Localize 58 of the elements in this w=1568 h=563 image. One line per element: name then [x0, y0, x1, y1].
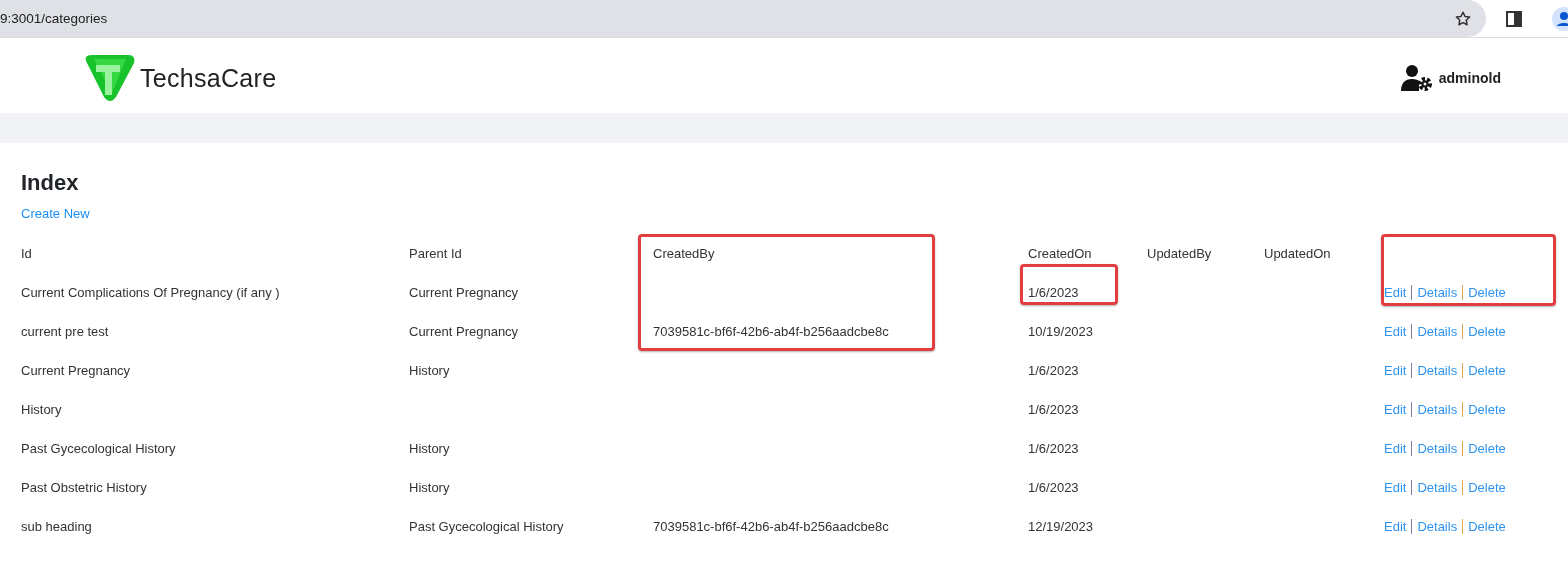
column-header: Id	[21, 246, 33, 261]
table-cell-text: Current Complications Of Pregnancy (if any )	[21, 285, 281, 300]
column-header: Parent Id	[409, 246, 463, 261]
action-link[interactable]: Delete	[1468, 519, 1506, 534]
user-settings-icon	[1400, 64, 1433, 92]
table-cell-text: 1/6/2023	[1028, 285, 1080, 300]
table-cell-text: 1/6/2023	[1028, 363, 1080, 378]
brand-name[interactable]: TechsaCare	[140, 63, 277, 93]
action-link[interactable]: Edit	[1384, 519, 1407, 534]
action-link[interactable]: Delete	[1468, 480, 1506, 495]
action-link[interactable]: Details	[1417, 441, 1458, 456]
table-cell-text: 1/6/2023	[1028, 480, 1080, 495]
address-bar[interactable]: 9:3001/categories	[0, 0, 1486, 37]
action-link[interactable]: Details	[1417, 324, 1458, 339]
column-header: UpdatedBy	[1147, 246, 1213, 261]
column-header: UpdatedOn	[1264, 246, 1332, 261]
table-cell-text: Past Gycecological History	[21, 441, 177, 456]
action-link[interactable]: Details	[1417, 402, 1458, 417]
table-cell-text: 1/6/2023	[1028, 441, 1080, 456]
table-cell-text: 12/19/2023	[1028, 519, 1095, 534]
table-cell-text: History	[409, 480, 451, 495]
username[interactable]: adminold	[1438, 70, 1501, 86]
table-cell-text: 10/19/2023	[1028, 324, 1095, 339]
action-link[interactable]: Delete	[1468, 402, 1506, 417]
action-link[interactable]: Details	[1417, 363, 1458, 378]
table-cell-text: Past Obstetric History	[21, 480, 148, 495]
column-header: CreatedOn	[1028, 246, 1093, 261]
action-link[interactable]: Edit	[1384, 480, 1407, 495]
action-link[interactable]: Details	[1417, 480, 1458, 495]
table-cell-text: 1/6/2023	[1028, 402, 1080, 417]
create-new-link[interactable]: Create New	[21, 206, 90, 221]
action-link[interactable]: Edit	[1384, 363, 1407, 378]
action-link[interactable]: Edit	[1384, 441, 1407, 456]
table-cell-text: History	[409, 363, 451, 378]
url-text: 9:3001/categories	[0, 11, 109, 26]
table-cell-text: sub heading	[21, 519, 93, 534]
action-link[interactable]: Delete	[1468, 441, 1506, 456]
table-cell-text: Past Gycecological History	[409, 519, 565, 534]
table-cell-text: 7039581c-bf6f-42b6-ab4f-b256aadcbe8c	[653, 519, 890, 534]
table-cell-text: Current Pregnancy	[409, 324, 520, 339]
side-panel-icon[interactable]	[1506, 10, 1522, 27]
table-cell-text: History	[21, 402, 63, 417]
column-header: CreatedBy	[653, 246, 716, 261]
table-cell-text: Current Pregnancy	[409, 285, 520, 300]
action-link[interactable]: Delete	[1468, 324, 1506, 339]
table-cell-text: Current Pregnancy	[21, 363, 132, 378]
action-link[interactable]: Delete	[1468, 285, 1506, 300]
action-link[interactable]: Edit	[1384, 285, 1407, 300]
action-link[interactable]: Edit	[1384, 402, 1407, 417]
action-link[interactable]: Delete	[1468, 363, 1506, 378]
table-cell-text: current pre test	[21, 324, 110, 339]
action-link[interactable]: Details	[1417, 519, 1458, 534]
action-link[interactable]: Details	[1417, 285, 1458, 300]
page-title: Index	[21, 170, 80, 196]
action-link[interactable]: Edit	[1384, 324, 1407, 339]
table-cell-text: History	[409, 441, 451, 456]
table-cell-text: 7039581c-bf6f-42b6-ab4f-b256aadcbe8c	[653, 324, 890, 339]
star-icon[interactable]	[1454, 9, 1472, 28]
